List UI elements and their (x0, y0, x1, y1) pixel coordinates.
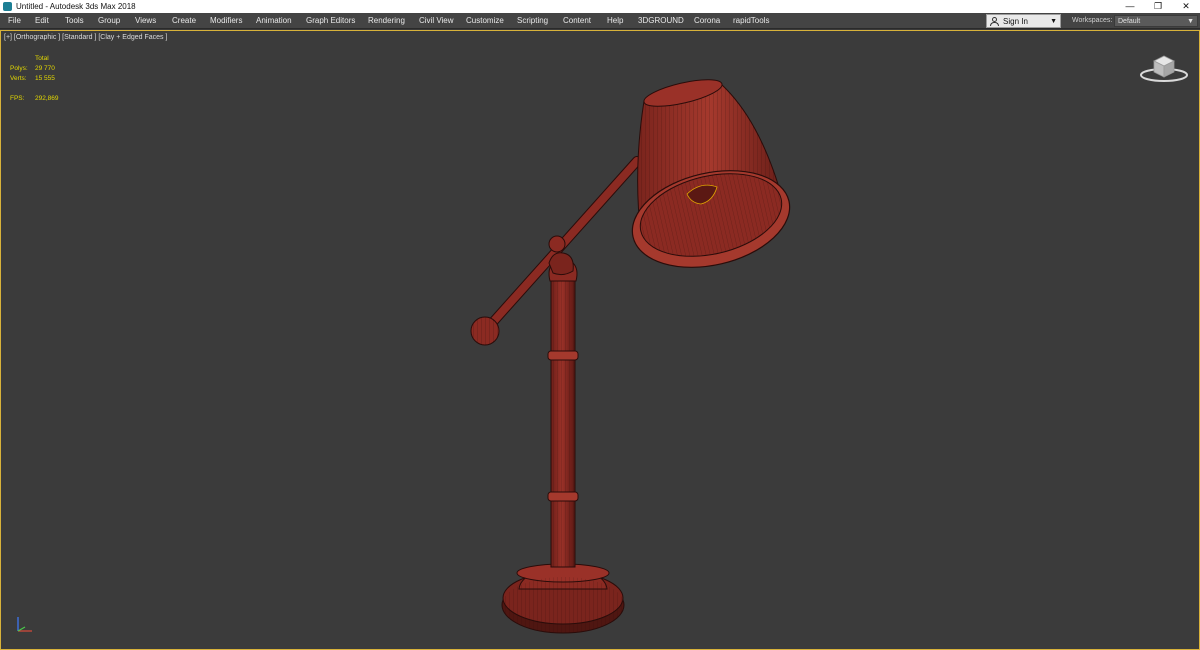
workspaces-value: Default (1118, 18, 1141, 25)
viewcube-icon[interactable] (1138, 49, 1190, 85)
menu-content[interactable]: Content (563, 13, 591, 29)
menu-animation[interactable]: Animation (256, 13, 292, 29)
menu-scripting[interactable]: Scripting (517, 13, 548, 29)
menu-civil-view[interactable]: Civil View (419, 13, 454, 29)
chevron-down-icon: ▼ (1187, 18, 1194, 25)
workspaces-label: Workspaces: (1072, 17, 1113, 24)
menu-corona[interactable]: Corona (694, 13, 720, 29)
menu-file[interactable]: File (8, 13, 21, 29)
menu-3dground[interactable]: 3DGROUND (638, 13, 684, 29)
menu-modifiers[interactable]: Modifiers (210, 13, 242, 29)
chevron-down-icon: ▼ (1050, 18, 1057, 25)
lamp-shade (631, 79, 791, 268)
menu-tools[interactable]: Tools (65, 13, 84, 29)
restore-button[interactable]: ❐ (1144, 0, 1172, 13)
lamp-base (501, 563, 625, 634)
menu-views[interactable]: Views (135, 13, 156, 29)
menu-help[interactable]: Help (607, 13, 623, 29)
workspaces-select[interactable]: Default ▼ (1114, 15, 1198, 27)
close-button[interactable]: ✕ (1172, 0, 1200, 13)
lamp-model[interactable] (1, 31, 1199, 649)
perspective-viewport[interactable]: [+] [Orthographic ] [Standard ] [Clay + … (0, 30, 1200, 650)
menu-create[interactable]: Create (172, 13, 196, 29)
minimize-button[interactable]: — (1116, 0, 1144, 13)
window-controls: — ❐ ✕ (1116, 0, 1200, 13)
window-titlebar: Untitled - Autodesk 3ds Max 2018 — ❐ ✕ (0, 0, 1200, 13)
lamp-pole (547, 262, 579, 568)
sign-in-label: Sign In (1003, 16, 1028, 26)
axis-tripod-icon (17, 617, 32, 632)
menu-edit[interactable]: Edit (35, 13, 49, 29)
menu-rapidtools[interactable]: rapidTools (733, 13, 769, 29)
menu-customize[interactable]: Customize (466, 13, 504, 29)
window-title: Untitled - Autodesk 3ds Max 2018 (16, 2, 136, 11)
sign-in-dropdown[interactable]: Sign In ▼ (986, 14, 1061, 28)
user-icon (990, 16, 999, 26)
menu-graph-editors[interactable]: Graph Editors (306, 13, 355, 29)
menu-group[interactable]: Group (98, 13, 120, 29)
menu-rendering[interactable]: Rendering (368, 13, 405, 29)
app-icon (3, 2, 12, 11)
